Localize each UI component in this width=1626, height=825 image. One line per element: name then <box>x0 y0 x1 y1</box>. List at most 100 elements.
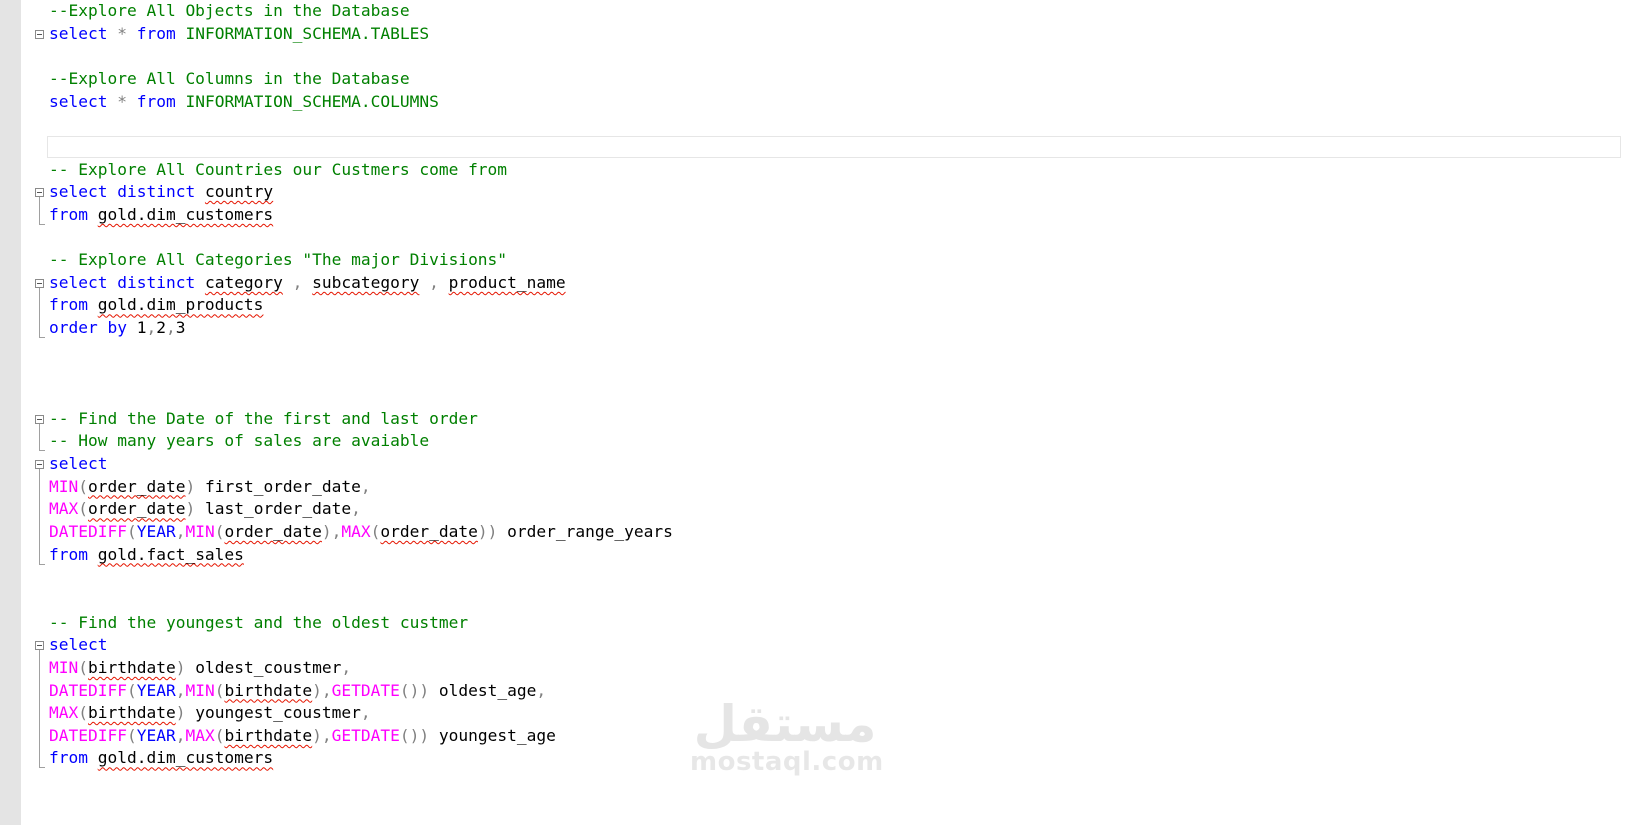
code-token: select <box>49 91 108 111</box>
code-line[interactable]: order by 1,2,3 <box>49 317 185 339</box>
code-token: ( <box>78 499 88 519</box>
code-line[interactable]: select * from INFORMATION_SCHEMA.TABLES <box>49 23 429 45</box>
code-token: DATEDIFF <box>49 725 127 745</box>
selection-margin[interactable] <box>0 0 21 825</box>
code-token: )) <box>477 521 498 541</box>
code-token: , <box>175 725 186 745</box>
code-token: from <box>136 91 176 111</box>
code-token: ( <box>214 521 225 541</box>
code-line[interactable]: select distinct country <box>49 181 273 203</box>
svg-text:مستقل: مستقل <box>694 695 877 753</box>
collapse-region-icon[interactable] <box>35 414 44 424</box>
code-token: -- Explore All Countries our Custmers co… <box>49 159 508 179</box>
watermark-text: mostaql.com <box>690 747 884 777</box>
code-line[interactable]: MAX(order_date) last_order_date, <box>49 498 361 520</box>
unresolved-identifier: order_date <box>88 499 186 519</box>
collapse-region-icon[interactable] <box>35 278 44 288</box>
code-line[interactable]: select * from INFORMATION_SCHEMA.COLUMNS <box>49 91 439 113</box>
code-line[interactable]: select distinct category , subcategory ,… <box>49 272 566 294</box>
code-token: select <box>49 182 108 202</box>
collapse-region-icon[interactable] <box>35 29 44 39</box>
code-line[interactable]: MIN(order_date) first_order_date, <box>49 476 371 498</box>
sql-editor[interactable]: --Explore All Objects in the Database sel… <box>0 0 1626 825</box>
code-line[interactable]: select <box>49 634 107 656</box>
code-token: DATEDIFF <box>49 521 127 541</box>
code-token: 1 <box>126 318 147 338</box>
code-token: , <box>292 272 303 292</box>
code-token: , <box>175 521 186 541</box>
code-token: -- Find the Date of the first and last o… <box>49 408 478 428</box>
code-line[interactable]: --Explore All Objects in the Database <box>49 0 410 22</box>
code-line[interactable]: MIN(birthdate) oldest_coustmer, <box>49 657 351 679</box>
code-token: MIN <box>49 476 79 496</box>
code-token: by <box>107 318 127 338</box>
code-token: -- Explore All Categories "The major Div… <box>49 250 508 270</box>
code-line[interactable]: from gold.dim_customers <box>49 747 273 769</box>
code-token: , <box>536 680 547 700</box>
code-token: , <box>429 272 439 292</box>
code-line[interactable]: from gold.dim_customers <box>49 204 273 226</box>
collapse-region-icon[interactable] <box>35 188 44 198</box>
fold-region-end <box>39 337 45 339</box>
fold-region-end <box>39 223 45 225</box>
code-token: MAX <box>49 499 79 519</box>
code-token: ( <box>78 703 88 723</box>
code-token: , <box>341 657 352 677</box>
code-line[interactable]: DATEDIFF(YEAR,MAX(birthdate),GETDATE()) … <box>49 725 556 747</box>
code-token: ( <box>126 680 137 700</box>
code-token: , <box>360 476 371 496</box>
code-line[interactable]: -- Find the youngest and the oldest cust… <box>49 612 468 634</box>
code-token: , <box>360 703 371 723</box>
code-token: oldest_coustmer <box>185 657 342 677</box>
code-token: MAX <box>341 521 371 541</box>
code-token: distinct <box>117 182 196 202</box>
code-line[interactable]: --Explore All Columns in the Database <box>49 68 410 90</box>
code-line[interactable]: from gold.dim_products <box>49 294 263 316</box>
code-token: YEAR <box>136 521 176 541</box>
code-token: , <box>146 318 157 338</box>
fold-region-line <box>39 423 40 451</box>
code-token: 2 <box>156 318 166 338</box>
code-line[interactable]: -- Explore All Countries our Custmers co… <box>49 159 507 181</box>
code-token: select <box>49 23 108 43</box>
code-token: INFORMATION_SCHEMA.TABLES <box>175 23 430 43</box>
code-token: ) <box>175 703 186 723</box>
collapse-region-icon[interactable] <box>35 460 44 469</box>
code-token: ( <box>78 476 88 496</box>
code-line[interactable]: DATEDIFF(YEAR,MIN(order_date),MAX(order_… <box>49 521 673 543</box>
code-token: MIN <box>185 680 215 700</box>
code-line[interactable]: -- Find the Date of the first and last o… <box>49 408 478 430</box>
code-token: --Explore All Columns in the Database <box>49 68 410 88</box>
collapse-region-icon[interactable] <box>35 641 44 651</box>
code-line[interactable]: DATEDIFF(YEAR,MIN(birthdate),GETDATE()) … <box>49 680 546 702</box>
fold-region-end <box>39 563 45 565</box>
code-token: GETDATE <box>331 680 400 700</box>
unresolved-identifier: birthdate <box>224 680 313 700</box>
code-line[interactable]: MAX(birthdate) youngest_coustmer, <box>49 702 371 724</box>
code-token: ()) <box>399 725 430 745</box>
code-line[interactable]: from gold.fact_sales <box>49 544 244 566</box>
outlining-gutter <box>21 0 47 825</box>
mostaql-watermark: مستقل mostaql.com <box>690 695 890 785</box>
code-token: ( <box>370 521 381 541</box>
code-line[interactable]: select <box>49 453 107 475</box>
fold-region-line <box>39 650 40 768</box>
code-token: first_order_date <box>195 476 361 496</box>
code-line[interactable]: -- How many years of sales are avaiable <box>49 430 429 452</box>
code-token: from <box>49 544 88 564</box>
code-token: INFORMATION_SCHEMA.COLUMNS <box>175 91 439 111</box>
fold-region-line <box>39 287 40 338</box>
code-line[interactable]: -- Explore All Categories "The major Div… <box>49 249 507 271</box>
code-token: select <box>49 454 108 473</box>
mostaql-logo-icon: مستقل <box>694 695 877 753</box>
fold-region-line <box>39 469 40 564</box>
code-token: YEAR <box>136 680 176 700</box>
